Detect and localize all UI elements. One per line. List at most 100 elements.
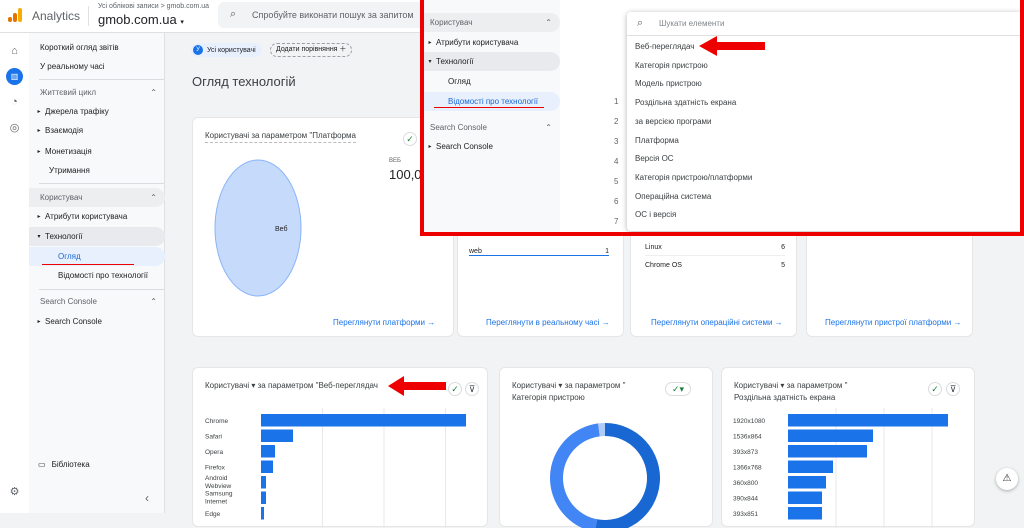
bar[interactable]	[788, 414, 948, 427]
sidebar-item-engagement[interactable]: ▸ Взаємодія	[29, 121, 165, 140]
bar-label: Firefox	[205, 465, 226, 472]
table-row: Chrome OS 5	[645, 262, 785, 269]
check-icon[interactable]: ✓	[928, 382, 942, 396]
collapse-nav-button[interactable]: ‹	[145, 491, 149, 505]
row-number: 5	[614, 177, 619, 186]
bar[interactable]	[788, 491, 822, 505]
bar[interactable]	[788, 476, 826, 489]
bar-label: Safari	[205, 434, 222, 441]
sidebar-section-lifecycle[interactable]: Життєвий цикл ⌃	[29, 83, 165, 102]
row-number: 1	[614, 97, 619, 106]
dropdown-option[interactable]: Категорія пристрою/платформи	[635, 173, 752, 182]
bar[interactable]	[788, 429, 873, 443]
dropdown-option[interactable]: Платформа	[635, 136, 679, 145]
segment-chip[interactable]: У Усі користувачі	[191, 43, 262, 57]
bar-label: 390x844	[733, 496, 758, 503]
dimension-dropdown: ⌕ Шукати елементи Веб-переглядач Категорі…	[627, 12, 1020, 231]
dropdown-option[interactable]: Категорія пристрою	[635, 61, 708, 70]
filter-icon[interactable]: ⊽	[465, 382, 479, 396]
chevron-up-icon: ⌃	[150, 88, 157, 97]
sidebar-section-search-console[interactable]: Search Console ⌃	[424, 118, 560, 137]
bar-label: 1536x864	[733, 434, 762, 441]
bar-label: Opera	[205, 449, 223, 456]
view-realtime-link[interactable]: Переглянути в реальному часі →	[486, 318, 610, 327]
search-icon: ⌕	[637, 17, 644, 29]
sidebar-section-search-console[interactable]: Search Console ⌃	[29, 292, 165, 311]
dropdown-option[interactable]: за версією програми	[635, 117, 712, 126]
reports-icon[interactable]: ▥	[6, 68, 23, 85]
breadcrumb[interactable]: Усі облікові записи > gmob.com.ua	[98, 3, 209, 10]
view-os-link[interactable]: Переглянути операційні системи →	[651, 318, 783, 327]
table-row: web 1	[469, 248, 609, 256]
dropdown-option[interactable]: Операційна система	[635, 192, 711, 201]
advertising-icon[interactable]: ◎	[6, 119, 23, 136]
bar[interactable]	[261, 507, 264, 520]
device-donut-chart	[550, 423, 660, 528]
filter-icon[interactable]: ⊽	[946, 382, 960, 396]
bar[interactable]	[261, 491, 266, 505]
analytics-logo-icon	[8, 8, 22, 22]
feedback-button[interactable]: ⚠	[996, 468, 1018, 490]
home-icon[interactable]: ⌂	[6, 42, 23, 59]
sidebar-item-tech[interactable]: ▾ Технології	[29, 227, 165, 246]
donut-segment[interactable]	[550, 423, 600, 528]
dropdown-search-input[interactable]: ⌕ Шукати елементи	[627, 12, 1020, 36]
view-platforms-link[interactable]: Переглянути платформи →	[333, 318, 435, 327]
platform-pie-chart	[214, 159, 302, 297]
folder-icon: ▭	[38, 460, 46, 469]
sidebar-item-retention[interactable]: Утримання	[29, 161, 165, 180]
annotation-underline	[42, 264, 134, 265]
bar[interactable]	[788, 460, 833, 474]
card-title: Користувачі ▾ за параметром " Роздільна з…	[734, 381, 848, 402]
row-number: 7	[614, 217, 619, 226]
property-selector[interactable]: gmob.com.ua ▾	[98, 12, 184, 27]
card-title: Користувачі за параметром "Платформа	[205, 130, 356, 143]
sidebar-item-tech[interactable]: ▾ Технології	[424, 52, 560, 71]
bar[interactable]	[261, 460, 273, 474]
bar[interactable]	[261, 414, 466, 427]
sidebar-item-reports-snapshot[interactable]: Короткий огляд звітів	[29, 38, 165, 57]
dropdown-option[interactable]: ОС і версія	[635, 210, 676, 219]
sidebar-item-tech-details[interactable]: Відомості про технології	[424, 92, 560, 111]
sidebar-item-tech-details[interactable]: Відомості про технології	[29, 266, 165, 285]
sidebar-item-realtime[interactable]: У реальному часі	[29, 57, 165, 76]
sidebar-item-monetization[interactable]: ▸ Монетизація	[29, 142, 165, 161]
bar-label: 1920x1080	[733, 418, 766, 425]
sidebar-item-acquisition[interactable]: ▸ Джерела трафіку	[29, 102, 165, 121]
bar[interactable]	[261, 476, 266, 489]
dropdown-option[interactable]: Роздільна здатність екрана	[635, 98, 736, 107]
dropdown-option[interactable]: Веб-переглядач	[635, 42, 694, 51]
sidebar-item-search-console[interactable]: ▸ Search Console	[29, 312, 165, 331]
sidebar-item-library[interactable]: ▭ Бібліотека	[29, 455, 165, 474]
card-title: Користувачі ▾ за параметром "Веб-перегля…	[205, 381, 378, 390]
dropdown-option[interactable]: Модель пристрою	[635, 79, 702, 88]
bar-label: 1366x768	[733, 465, 762, 472]
sidebar-section-user[interactable]: Користувач ⌃	[424, 13, 560, 32]
gear-icon[interactable]: ⚙	[6, 483, 23, 500]
bar[interactable]	[788, 445, 867, 458]
search-input[interactable]: ⌕ Спробуйте виконати пошук за запитом	[218, 2, 428, 28]
sidebar-section-user[interactable]: Користувач ⌃	[29, 188, 165, 207]
annotation-underline	[434, 107, 544, 108]
sidebar-item-search-console[interactable]: ▸ Search Console	[424, 137, 560, 156]
explore-icon[interactable]: ◔	[6, 93, 23, 110]
row-number: 3	[614, 137, 619, 146]
dropdown-option[interactable]: Версія ОС	[635, 154, 674, 163]
table-row: Linux 6	[645, 244, 785, 256]
sidebar-item-user-attributes[interactable]: ▸ Атрибути користувача	[29, 207, 165, 226]
sidebar-item-user-attributes[interactable]: ▸ Атрибути користувача	[424, 33, 560, 52]
check-icon[interactable]: ✓	[448, 382, 462, 396]
bar-label: Samsung Internet	[205, 491, 233, 506]
check-icon[interactable]: ✓	[403, 132, 417, 146]
page-title: Огляд технологій	[192, 74, 296, 89]
sidebar-item-tech-overview[interactable]: Огляд	[424, 72, 560, 91]
chevron-up-icon: ⌃	[150, 193, 157, 202]
check-dropdown-button[interactable]: ✓▾	[665, 382, 691, 396]
add-comparison-button[interactable]: Додати порівняння ＋	[270, 43, 353, 57]
donut-segment[interactable]	[595, 423, 660, 528]
view-platform-devices-link[interactable]: Переглянути пристрої платформи →	[825, 318, 962, 327]
card-title: Користувачі ▾ за параметром " Категорія п…	[512, 381, 626, 402]
bar[interactable]	[788, 507, 822, 520]
bar[interactable]	[261, 445, 275, 458]
bar[interactable]	[261, 429, 293, 443]
